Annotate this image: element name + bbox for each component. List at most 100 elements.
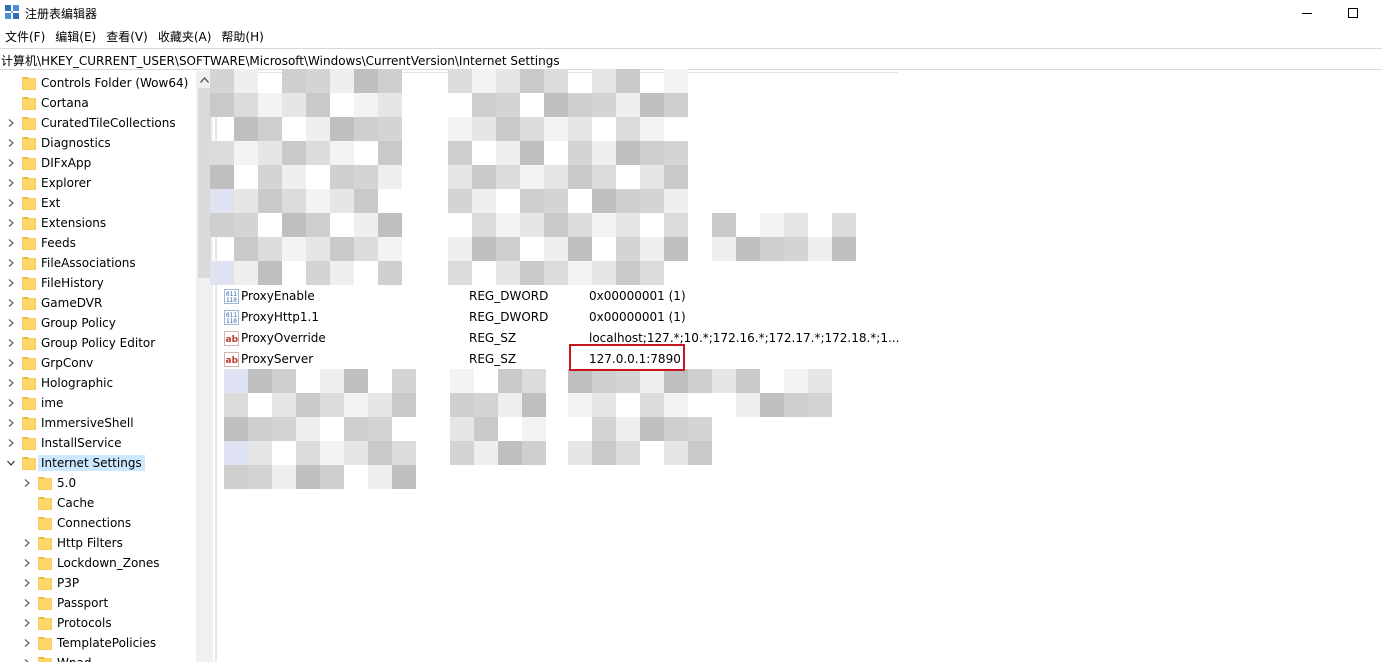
- folder-icon: [38, 596, 52, 610]
- chevron-right-icon[interactable]: [6, 138, 16, 148]
- value-row[interactable]: ab ProxyServer REG_SZ 127.0.0.1:7890: [218, 349, 918, 370]
- tree-item-label: Group Policy: [41, 316, 116, 330]
- folder-icon: [22, 216, 36, 230]
- tree-item[interactable]: Feeds: [0, 233, 196, 253]
- redacted-pixel-block: [832, 213, 856, 237]
- chevron-right-icon[interactable]: [6, 418, 16, 428]
- redacted-pixel-block: [320, 441, 344, 465]
- tree-item[interactable]: Group Policy: [0, 313, 196, 333]
- chevron-right-icon[interactable]: [22, 538, 32, 548]
- redacted-pixel-block: [258, 141, 282, 165]
- menu-view[interactable]: 查看(V): [101, 27, 153, 47]
- tree-item[interactable]: Internet Settings: [0, 453, 196, 473]
- chevron-right-icon[interactable]: [22, 638, 32, 648]
- tree-item[interactable]: ime: [0, 393, 196, 413]
- tree-item[interactable]: Extensions: [0, 213, 196, 233]
- redacted-pixel-block: [234, 237, 258, 261]
- tree-item[interactable]: 5.0: [0, 473, 196, 493]
- tree-item[interactable]: Ext: [0, 193, 196, 213]
- tree-item[interactable]: GrpConv: [0, 353, 196, 373]
- chevron-right-icon[interactable]: [6, 358, 16, 368]
- redacted-pixel-block: [522, 441, 546, 465]
- tree-item[interactable]: Protocols: [0, 613, 196, 633]
- redacted-pixel-block: [282, 69, 306, 93]
- chevron-right-icon[interactable]: [6, 218, 16, 228]
- tree-item[interactable]: TemplatePolicies: [0, 633, 196, 653]
- tree-item[interactable]: CuratedTileCollections: [0, 113, 196, 133]
- chevron-right-icon[interactable]: [22, 598, 32, 608]
- tree-item[interactable]: Diagnostics: [0, 133, 196, 153]
- menu-favorites[interactable]: 收藏夹(A): [153, 27, 217, 47]
- tree-item[interactable]: FileAssociations: [0, 253, 196, 273]
- chevron-right-icon[interactable]: [22, 618, 32, 628]
- chevron-right-icon[interactable]: [6, 338, 16, 348]
- redacted-pixel-block: [282, 213, 306, 237]
- tree-item[interactable]: GameDVR: [0, 293, 196, 313]
- redacted-pixel-block: [474, 393, 498, 417]
- menu-file[interactable]: 文件(F): [0, 27, 50, 47]
- redacted-pixel-block: [306, 141, 330, 165]
- tree-item-label: Wpad: [54, 655, 94, 662]
- redacted-pixel-block: [592, 213, 616, 237]
- chevron-right-icon[interactable]: [6, 118, 16, 128]
- tree-item[interactable]: FileHistory: [0, 273, 196, 293]
- tree-item[interactable]: Cache: [0, 493, 196, 513]
- window-title: 注册表编辑器: [25, 7, 98, 21]
- redacted-pixel-block: [808, 369, 832, 393]
- tree-item[interactable]: Connections: [0, 513, 196, 533]
- chevron-right-icon[interactable]: [6, 238, 16, 248]
- chevron-right-icon[interactable]: [22, 558, 32, 568]
- redacted-pixel-block: [544, 69, 568, 93]
- redacted-pixel-block: [210, 165, 234, 189]
- tree-item[interactable]: Holographic: [0, 373, 196, 393]
- minimize-button[interactable]: [1284, 0, 1330, 26]
- value-row[interactable]: 011 110 ProxyEnable REG_DWORD 0x00000001 (1): [218, 286, 918, 307]
- chevron-right-icon[interactable]: [6, 438, 16, 448]
- tree-item[interactable]: Http Filters: [0, 533, 196, 553]
- redacted-pixel-block: [496, 69, 520, 93]
- redacted-pixel-block: [234, 213, 258, 237]
- redacted-pixel-block: [592, 189, 616, 213]
- menu-edit[interactable]: 编辑(E): [50, 27, 101, 47]
- value-name: ProxyServer: [241, 352, 314, 366]
- redacted-pixel-block: [736, 369, 760, 393]
- tree-item[interactable]: Passport: [0, 593, 196, 613]
- tree-item[interactable]: P3P: [0, 573, 196, 593]
- chevron-right-icon[interactable]: [22, 478, 32, 488]
- redacted-pixel-block: [592, 69, 616, 93]
- chevron-right-icon[interactable]: [22, 578, 32, 588]
- tree-item-label: CuratedTileCollections: [41, 116, 176, 130]
- value-row[interactable]: ab ProxyOverride REG_SZ localhost;127.*;10.…: [218, 328, 918, 349]
- value-row[interactable]: 011 110 ProxyHttp1.1 REG_DWORD 0x00000001 (1…: [218, 307, 918, 328]
- chevron-right-icon[interactable]: [6, 278, 16, 288]
- tree-item[interactable]: Wpad: [0, 653, 196, 662]
- chevron-right-icon[interactable]: [6, 258, 16, 268]
- tree-item[interactable]: ImmersiveShell: [0, 413, 196, 433]
- tree-item[interactable]: DIFxApp: [0, 153, 196, 173]
- chevron-right-icon[interactable]: [6, 158, 16, 168]
- redacted-pixel-block: [592, 441, 616, 465]
- chevron-right-icon[interactable]: [6, 378, 16, 388]
- tree-item[interactable]: Controls Folder (Wow64): [0, 73, 196, 93]
- chevron-right-icon[interactable]: [6, 318, 16, 328]
- maximize-button[interactable]: [1330, 0, 1376, 26]
- redacted-pixel-block: [306, 261, 330, 285]
- redacted-pixel-block: [258, 237, 282, 261]
- tree-item[interactable]: Lockdown_Zones: [0, 553, 196, 573]
- redacted-pixel-block: [616, 213, 640, 237]
- chevron-right-icon[interactable]: [6, 198, 16, 208]
- address-bar[interactable]: 计算机\HKEY_CURRENT_USER\SOFTWARE\Microsoft…: [0, 48, 1382, 70]
- chevron-right-icon[interactable]: [22, 658, 32, 662]
- chevron-down-icon[interactable]: [6, 458, 16, 468]
- chevron-right-icon[interactable]: [6, 298, 16, 308]
- chevron-right-icon[interactable]: [6, 178, 16, 188]
- chevron-right-icon[interactable]: [6, 398, 16, 408]
- tree-item[interactable]: Group Policy Editor: [0, 333, 196, 353]
- redacted-pixel-block: [368, 465, 392, 489]
- tree-item[interactable]: InstallService: [0, 433, 196, 453]
- tree-item[interactable]: Cortana: [0, 93, 196, 113]
- tree-item[interactable]: Explorer: [0, 173, 196, 193]
- folder-icon: [38, 516, 52, 530]
- address-path[interactable]: 计算机\HKEY_CURRENT_USER\SOFTWARE\Microsoft…: [1, 52, 560, 69]
- menu-help[interactable]: 帮助(H): [216, 27, 268, 47]
